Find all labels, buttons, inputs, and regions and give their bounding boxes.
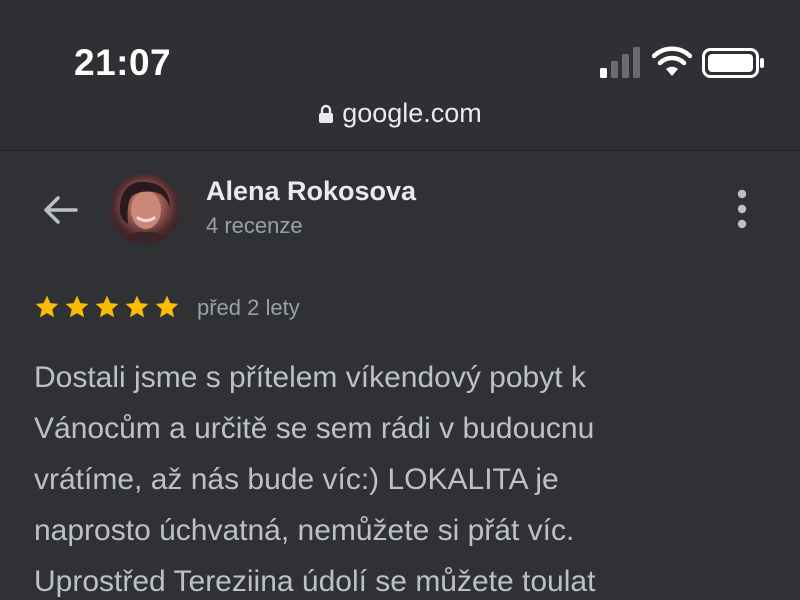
review-text-line: Uprostřed Tereziina údolí se můžete toul…	[34, 565, 596, 598]
lock-icon	[319, 104, 334, 123]
review-text-line: Dostali jsme s přítelem víkendový pobyt …	[34, 361, 586, 394]
star-icon	[35, 295, 59, 318]
status-time: 21:07	[74, 42, 172, 83]
review-text-line: vrátíme, až nás bude víc:) LOKALITA je	[34, 463, 559, 496]
reviews-count: 4 recenze	[206, 213, 303, 238]
wifi-icon	[652, 46, 692, 76]
avatar[interactable]	[110, 174, 180, 244]
url-domain: google.com	[342, 98, 482, 128]
browser-top-bar: 21:07 google.com	[0, 0, 800, 151]
star-icon	[125, 295, 149, 318]
review-text-line: naprosto úchvatná, nemůžete si přát víc.	[34, 514, 575, 547]
review-date: před 2 lety	[197, 295, 300, 320]
review-text-line: Vánocům a určitě se sem rádi v budoucnu	[34, 412, 595, 445]
star-rating	[34, 294, 180, 320]
battery-icon	[702, 48, 764, 78]
star-icon	[65, 295, 89, 318]
url-bar[interactable]: google.com	[0, 98, 800, 144]
star-icon	[95, 295, 119, 318]
more-vert-icon[interactable]	[732, 186, 752, 232]
avatar-photo	[119, 181, 170, 244]
reviewer-name[interactable]: Alena Rokosova	[206, 176, 416, 207]
back-arrow-icon[interactable]	[40, 190, 80, 230]
review-text: Dostali jsme s přítelem víkendový pobyt …	[34, 352, 774, 600]
signal-icon	[600, 47, 640, 78]
review-screen: 21:07 google.com Alena Rokosova 4 recenz…	[0, 0, 800, 600]
star-icon	[155, 295, 179, 318]
